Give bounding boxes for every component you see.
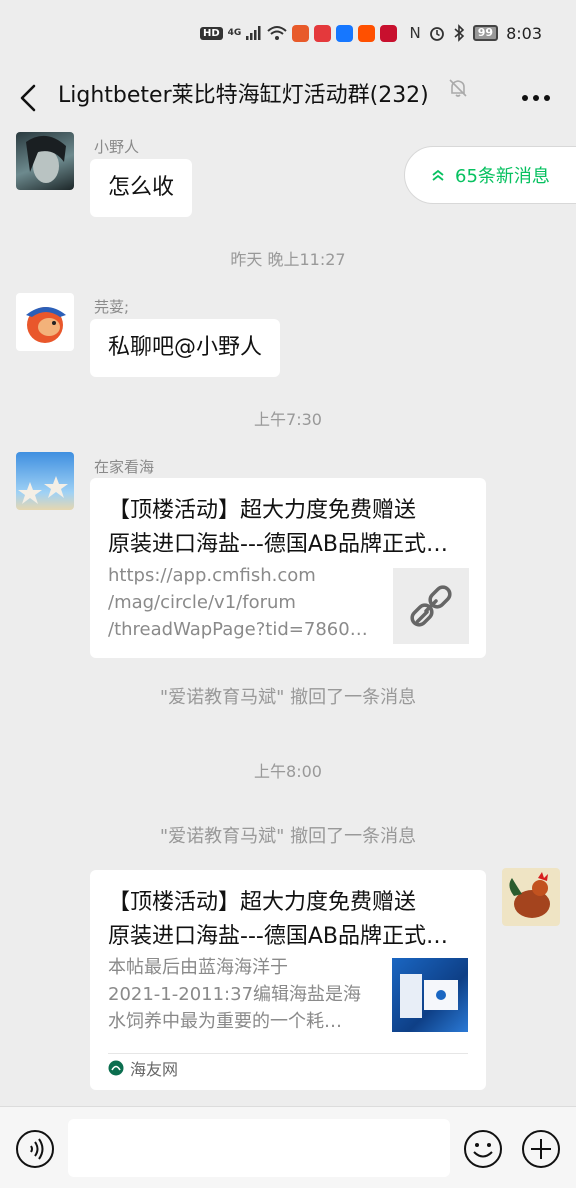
chat-header: Lightbeter莱比特海缸灯活动群(232) (0, 66, 576, 130)
haiyou-logo-icon (108, 1060, 124, 1076)
sender-name: 芫荽; (94, 298, 130, 316)
message-bubble[interactable]: 私聊吧@小野人 (90, 319, 281, 377)
bell-off-icon (449, 79, 467, 97)
new-messages-button[interactable]: 65条新消息 (404, 146, 576, 204)
avatar-cartoon-icon (26, 307, 66, 343)
card-desc-line: 本帖最后由蓝海海洋于 (108, 957, 288, 978)
article-image-icon (400, 974, 458, 1018)
app-notification-icon (380, 24, 398, 42)
network-label: 4G (227, 28, 242, 38)
card-description: https://app.cmfish.com /mag/circle/v1/fo… (108, 562, 376, 643)
timestamp: 上午8:00 (254, 762, 322, 781)
app-notification-icon (314, 24, 332, 42)
voice-icon (16, 1130, 54, 1168)
app-notification-icon (336, 24, 354, 42)
shared-article-card[interactable]: 【顶楼活动】超大力度免费赠送 原装进口海盐---德国AB品牌正式… 本帖最后由蓝… (90, 870, 486, 1090)
bluetooth-icon (454, 24, 464, 42)
self-avatar[interactable] (502, 868, 560, 926)
new-messages-label: 65条新消息 (455, 166, 550, 187)
card-title-line: 原装进口海盐---德国AB品牌正式… (108, 924, 448, 949)
message-list[interactable]: 小野人 怎么收 65条新消息 昨天 晚上11:27 芫荽; 私聊吧@小野人 上午… (0, 130, 576, 1106)
wifi-icon (267, 26, 287, 40)
card-divider (108, 1053, 468, 1054)
card-desc-line: 2021-1-2011:37编辑海盐是海 (108, 984, 362, 1005)
system-message: "爱诺教育马斌" 撤回了一条消息 (159, 687, 417, 708)
clock: 8:03 (506, 23, 542, 43)
avatar[interactable] (16, 452, 74, 510)
card-thumbnail (392, 958, 468, 1032)
card-title-line: 【顶楼活动】超大力度免费赠送 (108, 498, 417, 523)
card-title-line: 【顶楼活动】超大力度免费赠送 (108, 890, 417, 915)
battery-indicator: 99 (472, 25, 499, 41)
chevron-left-icon (20, 84, 36, 112)
signal-icon (246, 26, 261, 40)
sender-name: 小野人 (94, 138, 140, 156)
system-message: "爱诺教育马斌" 撤回了一条消息 (159, 826, 417, 847)
timestamp: 昨天 晚上11:27 (230, 250, 346, 269)
app-notification-icon (358, 24, 376, 42)
more-dots-icon (522, 95, 550, 101)
avatar[interactable] (16, 293, 74, 351)
card-thumbnail (393, 568, 469, 644)
avatar-rooster-icon (509, 872, 550, 918)
card-title-line: 原装进口海盐---德国AB品牌正式… (108, 532, 448, 557)
card-source-label: 海友网 (130, 1060, 179, 1079)
link-card[interactable]: 【顶楼活动】超大力度免费赠送 原装进口海盐---德国AB品牌正式… https:… (90, 478, 486, 658)
more-button[interactable] (520, 82, 552, 114)
hd-badge: HD (200, 26, 223, 40)
emoji-button[interactable] (463, 1129, 503, 1169)
card-title: 【顶楼活动】超大力度免费赠送 原装进口海盐---德国AB品牌正式… (108, 886, 468, 954)
sender-name: 在家看海 (94, 458, 155, 476)
status-left: HD 4G (200, 22, 398, 44)
plus-icon (522, 1130, 560, 1168)
card-source: 海友网 (108, 1056, 178, 1080)
input-bar (0, 1106, 576, 1188)
avatar-starfish-icon (18, 476, 68, 504)
card-desc-line: /threadWapPage?tid=78601… (108, 619, 376, 640)
card-desc-line: 水饲养中最为重要的一个耗… (108, 1011, 342, 1032)
more-actions-button[interactable] (521, 1129, 561, 1169)
status-right: N 99 8:03 (410, 22, 542, 44)
card-desc-line: /mag/circle/v1/forum (108, 592, 296, 613)
status-bar: HD 4G N 99 8:03 (0, 0, 576, 66)
nfc-icon: N (409, 24, 421, 42)
message-input[interactable] (68, 1119, 450, 1177)
card-desc-line: https://app.cmfish.com (108, 565, 316, 586)
message-bubble[interactable]: 怎么收 (90, 159, 193, 217)
back-button[interactable] (14, 76, 44, 120)
card-title: 【顶楼活动】超大力度免费赠送 原装进口海盐---德国AB品牌正式… (108, 494, 468, 562)
avatar-portrait-icon (26, 135, 66, 183)
link-icon (410, 585, 452, 627)
alarm-icon (429, 27, 444, 41)
emoji-icon (464, 1130, 502, 1168)
voice-button[interactable] (15, 1129, 55, 1169)
app-notification-icon (292, 24, 310, 42)
double-chevron-up-icon (432, 169, 444, 181)
chat-title: Lightbeter莱比特海缸灯活动群(232) (58, 83, 429, 108)
card-description: 本帖最后由蓝海海洋于 2021-1-2011:37编辑海盐是海 水饲养中最为重要… (108, 954, 376, 1035)
timestamp: 上午7:30 (254, 410, 322, 429)
avatar[interactable] (16, 132, 74, 190)
